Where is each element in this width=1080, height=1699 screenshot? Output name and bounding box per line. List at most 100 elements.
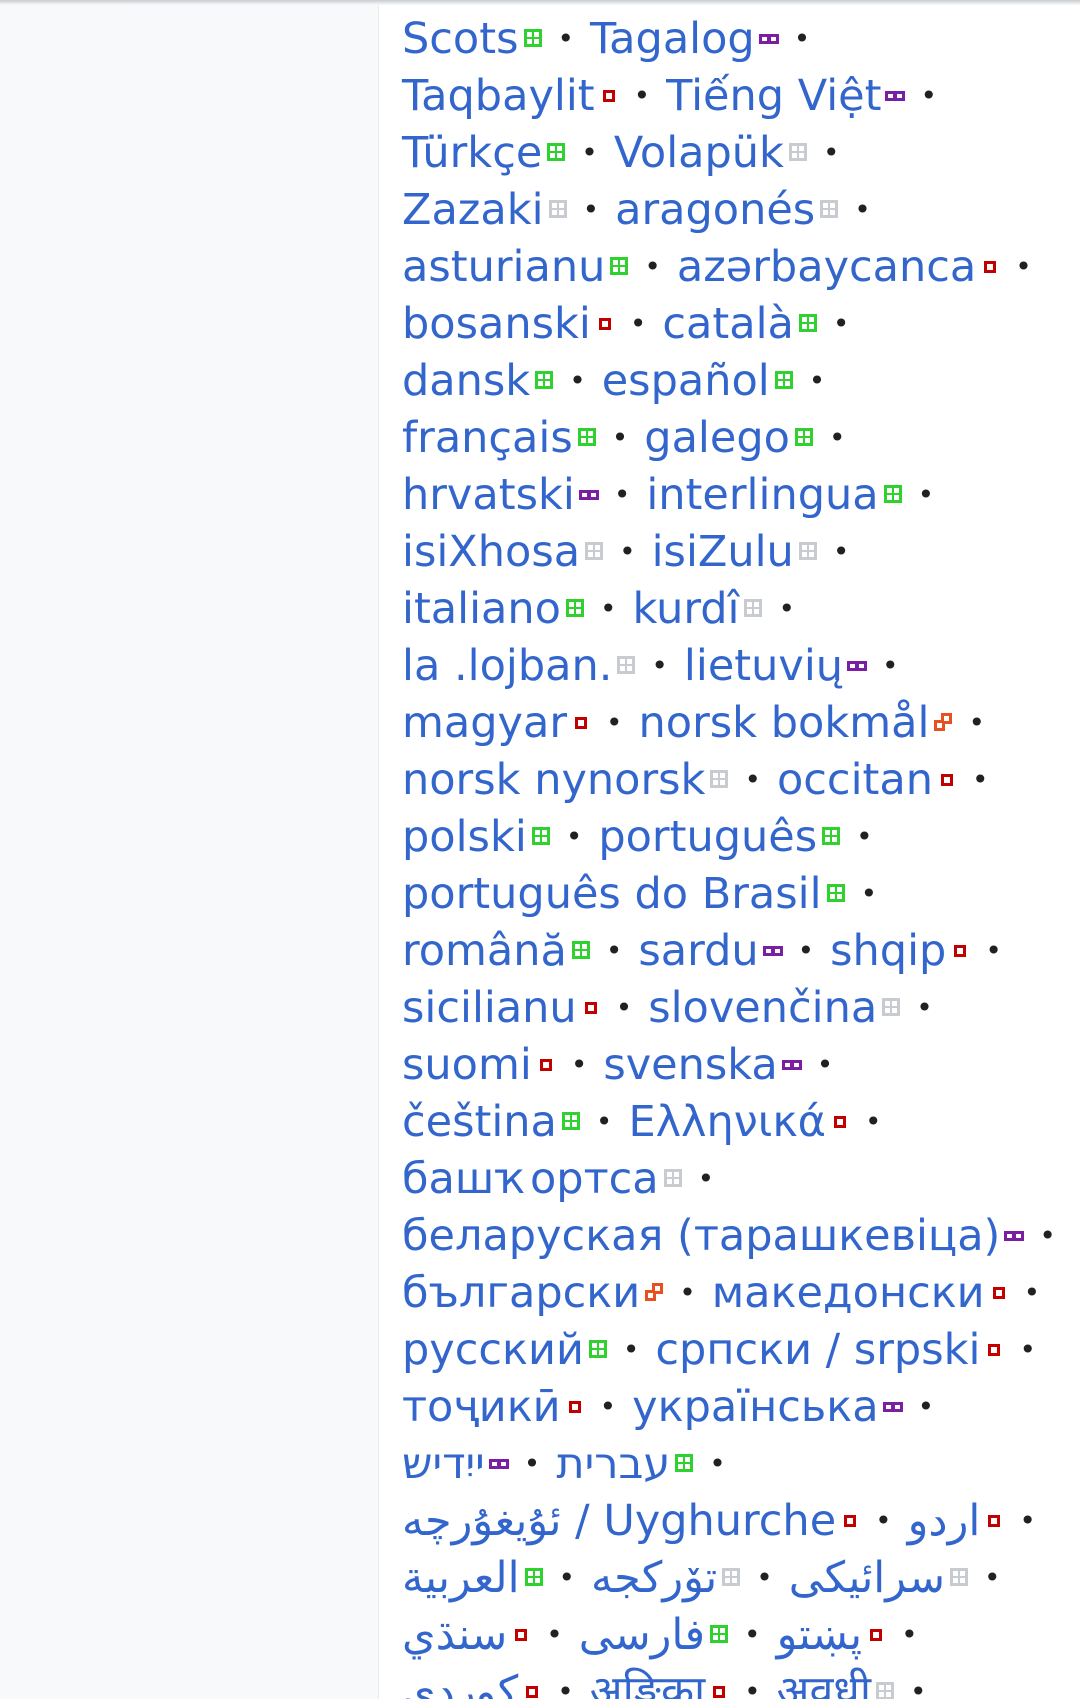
- partial-icon: [781, 1053, 803, 1075]
- language-link-isixhosa[interactable]: isiXhosa: [402, 527, 580, 577]
- language-link-suomi[interactable]: suomi: [402, 1040, 532, 1090]
- language-link-catal[interactable]: català: [662, 299, 794, 349]
- language-link-non-latin[interactable]: فارسی: [579, 1607, 705, 1664]
- language-link-fran-ais[interactable]: français: [402, 413, 573, 463]
- language-row: română • sardu • shqip •: [402, 923, 1072, 980]
- language-link-lietuvi[interactable]: lietuvių: [684, 641, 843, 691]
- separator-dot: •: [882, 649, 899, 682]
- separator-dot: •: [797, 934, 815, 967]
- language-link-non-latin[interactable]: тоҷикӣ: [402, 1382, 561, 1432]
- separator-dot: •: [744, 763, 761, 796]
- progress-icon: [932, 711, 954, 733]
- language-link-asturianu[interactable]: asturianu: [402, 242, 605, 292]
- separator-dot: •: [910, 1675, 927, 1699]
- language-row: български • македонски •: [402, 1265, 1072, 1322]
- language-link-galego[interactable]: galego: [644, 413, 790, 463]
- language-link-non-latin[interactable]: українська: [632, 1382, 878, 1432]
- language-link-non-latin[interactable]: अङ्गिका: [590, 1667, 705, 1699]
- language-link-az-rbaycanca[interactable]: azərbaycanca: [677, 242, 976, 292]
- language-link-portugu-s-do-brasil[interactable]: português do Brasil: [402, 869, 822, 919]
- language-link-non-latin[interactable]: עברית: [556, 1436, 670, 1493]
- language-link-tagalog[interactable]: Tagalog: [590, 14, 755, 64]
- separator-dot: •: [557, 22, 575, 55]
- language-link-svenska[interactable]: svenska: [603, 1040, 777, 1090]
- language-link-sardu[interactable]: sardu: [638, 926, 758, 976]
- language-row: العربية • تۆرکجه • سرائیکی •: [402, 1550, 1072, 1607]
- language-link-ti-ng-vi-t[interactable]: Tiếng Việt: [666, 71, 881, 121]
- partial-icon: [578, 483, 600, 505]
- empty-icon: [615, 654, 637, 676]
- separator-dot: •: [916, 991, 933, 1024]
- language-link-scots[interactable]: Scots: [402, 14, 519, 64]
- language-row: Zazaki • aragonés •: [402, 182, 1072, 239]
- language-link-shqip[interactable]: shqip: [830, 926, 946, 976]
- separator-dot: •: [856, 820, 873, 853]
- incomplete-icon: [564, 1395, 586, 1417]
- language-link-non-latin[interactable]: башҡортса: [402, 1154, 659, 1204]
- language-link-norsk-bokm-l[interactable]: norsk bokmål: [639, 698, 930, 748]
- language-row: ייִדיש • עברית •: [402, 1436, 1072, 1493]
- separator-dot: •: [778, 592, 795, 625]
- language-link-taqbaylit[interactable]: Taqbaylit: [402, 71, 595, 121]
- language-row: français • galego •: [402, 410, 1072, 467]
- separator-dot: •: [1019, 1333, 1036, 1366]
- language-link-non-latin[interactable]: русский: [402, 1325, 584, 1375]
- featured-complete-icon: [530, 825, 552, 847]
- language-link-hrvatski[interactable]: hrvatski: [402, 470, 575, 520]
- language-link-non-latin[interactable]: سرائیکی: [789, 1550, 945, 1607]
- language-link-bosanski[interactable]: bosanski: [402, 299, 591, 349]
- language-link-occitan[interactable]: occitan: [777, 755, 933, 805]
- incomplete-icon: [708, 1680, 730, 1699]
- language-link-non-latin[interactable]: अवधी: [777, 1667, 871, 1699]
- language-link-rom-n[interactable]: română: [402, 926, 567, 976]
- separator-dot: •: [615, 991, 633, 1024]
- language-link-non-latin[interactable]: беларуская (тарашкевіца): [402, 1211, 1000, 1261]
- language-link-sicilianu[interactable]: sicilianu: [402, 983, 577, 1033]
- language-link-kurd[interactable]: kurdî: [632, 584, 739, 634]
- language-link-polski[interactable]: polski: [402, 812, 527, 862]
- language-link-espa-ol[interactable]: español: [602, 356, 770, 406]
- separator-dot: •: [984, 1561, 1001, 1594]
- separator-dot: •: [808, 364, 826, 397]
- language-link-uyghurche[interactable]: ئۇيغۇرچە / Uyghurche: [402, 1496, 836, 1546]
- top-edge-shadow: [0, 0, 1080, 5]
- language-row: polski • português •: [402, 809, 1072, 866]
- language-link-non-latin[interactable]: العربية: [402, 1550, 520, 1607]
- language-link-srpski[interactable]: српски / srpski: [655, 1325, 980, 1375]
- language-link-non-latin[interactable]: پښتو: [777, 1607, 863, 1664]
- language-link-dansk[interactable]: dansk: [402, 356, 530, 406]
- language-row: тоҷикӣ • українська •: [402, 1379, 1072, 1436]
- language-link-t-rk-e[interactable]: Türkçe: [402, 128, 542, 178]
- language-link-norsk-nynorsk[interactable]: norsk nynorsk: [402, 755, 705, 805]
- language-link-non-latin[interactable]: سنڌي: [402, 1607, 507, 1664]
- left-gutter: [0, 0, 378, 1699]
- language-link-italiano[interactable]: italiano: [402, 584, 561, 634]
- language-link-isizulu[interactable]: isiZulu: [652, 527, 794, 577]
- language-link-portugu-s[interactable]: português: [598, 812, 817, 862]
- language-link-magyar[interactable]: magyar: [402, 698, 567, 748]
- language-link-non-latin[interactable]: Ελληνικά: [628, 1097, 826, 1147]
- language-link-non-latin[interactable]: کوردی: [402, 1664, 518, 1699]
- language-link-sloven-ina[interactable]: slovenčina: [648, 983, 877, 1033]
- language-link-non-latin[interactable]: اردو: [908, 1493, 981, 1550]
- separator-dot: •: [816, 1048, 834, 1081]
- language-row: Türkçe • Volapük •: [402, 125, 1072, 182]
- empty-icon: [742, 597, 764, 619]
- language-link-aragon-s[interactable]: aragonés: [615, 185, 815, 235]
- featured-complete-icon: [773, 369, 795, 391]
- language-link-volap-k[interactable]: Volapük: [614, 128, 784, 178]
- incomplete-icon: [936, 768, 958, 790]
- language-link-interlingua[interactable]: interlingua: [646, 470, 878, 520]
- featured-complete-icon: [587, 1338, 609, 1360]
- language-link-non-latin[interactable]: ייִדיש: [402, 1436, 485, 1493]
- language-link-non-latin[interactable]: македонски: [712, 1268, 985, 1318]
- featured-complete-icon: [882, 483, 904, 505]
- incomplete-icon: [570, 711, 592, 733]
- incomplete-icon: [988, 1281, 1010, 1303]
- language-row: беларуская (тарашкевіца) •: [402, 1208, 1072, 1265]
- language-link-non-latin[interactable]: تۆرکجه: [591, 1550, 717, 1607]
- language-link-zazaki[interactable]: Zazaki: [402, 185, 544, 235]
- language-link-la-lojban[interactable]: la .lojban.: [402, 641, 612, 691]
- language-link-non-latin[interactable]: български: [402, 1268, 640, 1318]
- language-link-e-tina[interactable]: čeština: [402, 1097, 557, 1147]
